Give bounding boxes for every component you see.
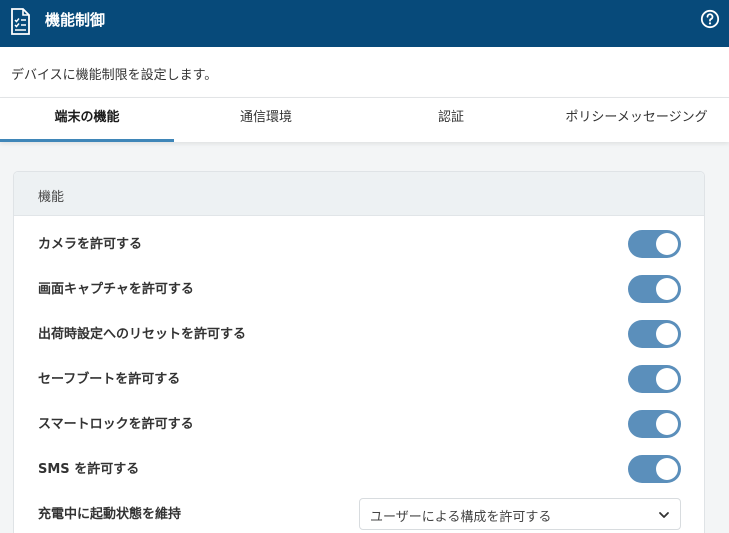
safe-boot-toggle[interactable] [628,365,681,393]
setting-row-camera: カメラを許可する [14,219,704,264]
app-header: 機能制御 [0,0,729,47]
toggle-knob [656,233,678,255]
setting-row-stay-awake: 充電中に起動状態を維持 ユーザーによる構成を許可する [14,489,704,533]
setting-label: 充電中に起動状態を維持 [38,507,182,522]
sms-toggle[interactable] [628,455,681,483]
page-title: 機能制御 [45,11,106,29]
active-tab-indicator [0,139,174,142]
setting-label: スマートロックを許可する [38,417,194,432]
setting-label: SMS を許可する [38,462,140,477]
page-description: デバイスに機能制限を設定します。 [11,68,218,83]
features-panel: 機能 カメラを許可する 画面キャプチャを許可する 出荷時設定へのリセットを許可す… [13,171,705,533]
toggle-knob [656,323,678,345]
toggle-knob [656,458,678,480]
panel-header: 機能 [14,172,704,216]
setting-row-safe-boot: セーフブートを許可する [14,354,704,399]
toggle-knob [656,413,678,435]
setting-label: カメラを許可する [38,237,143,252]
setting-row-factory-reset: 出荷時設定へのリセットを許可する [14,309,704,354]
description-bar: デバイスに機能制限を設定します。 [0,47,729,98]
stay-awake-select[interactable]: ユーザーによる構成を許可する [359,498,681,530]
tab-authentication[interactable]: 認証 [358,98,544,142]
select-value: ユーザーによる構成を許可する [370,510,552,525]
toggle-knob [656,278,678,300]
help-circle-icon[interactable] [700,9,720,29]
setting-row-screen-capture: 画面キャプチャを許可する [14,264,704,309]
factory-reset-toggle[interactable] [628,320,681,348]
setting-label: 画面キャプチャを許可する [38,282,194,297]
setting-label: セーフブートを許可する [38,372,181,387]
document-checklist-icon [11,8,30,35]
screen-capture-toggle[interactable] [628,275,681,303]
chevron-down-icon [659,512,669,518]
panel-title: 機能 [38,190,65,205]
toggle-knob [656,368,678,390]
tab-device-features[interactable]: 端末の機能 [0,98,174,142]
setting-row-smart-lock: スマートロックを許可する [14,399,704,444]
smart-lock-toggle[interactable] [628,410,681,438]
tab-network[interactable]: 通信環境 [174,98,358,142]
tab-bar: 端末の機能 通信環境 認証 ポリシーメッセージング [0,98,729,142]
tab-policy-messaging[interactable]: ポリシーメッセージング [544,98,729,142]
setting-row-sms: SMS を許可する [14,444,704,489]
camera-toggle[interactable] [628,230,681,258]
setting-label: 出荷時設定へのリセットを許可する [38,327,247,342]
